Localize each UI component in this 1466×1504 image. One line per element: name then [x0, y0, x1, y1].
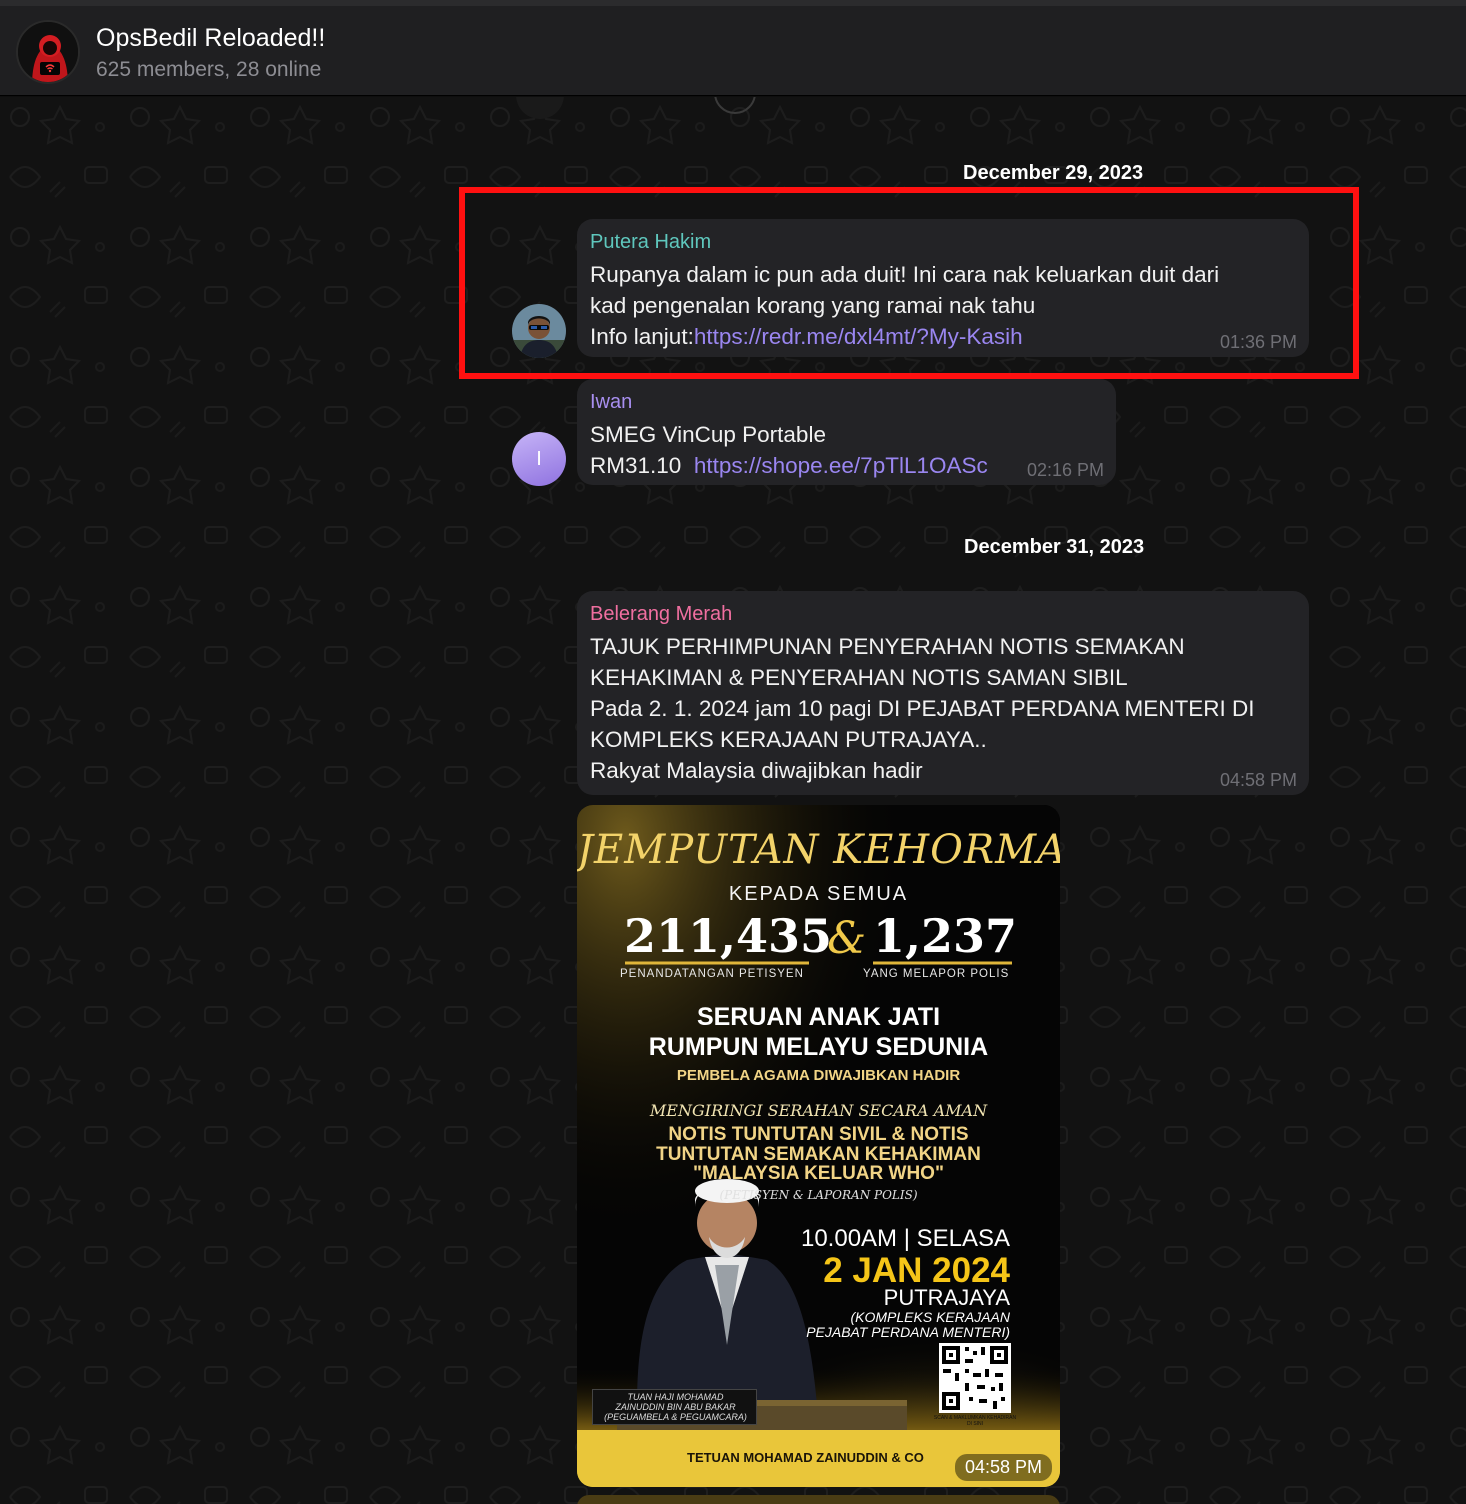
qr-pattern — [942, 1346, 1008, 1410]
poster-notis: TUNTUTAN SEMAKAN KEHAKIMAN — [656, 1144, 981, 1165]
poster-notis: NOTIS TUNTUTAN SIVIL & NOTIS — [668, 1124, 969, 1145]
poster-subheadline: PEMBELA AGAMA DIWAJIBKAN HADIR — [676, 1067, 961, 1084]
nameplate-line: ZAINUDDIN BIN ABU BAKAR — [615, 1402, 736, 1412]
poster-kepada: KEPADA SEMUA — [728, 883, 909, 905]
poster-label-reports: YANG MELAPOR POLIS — [863, 968, 1010, 980]
poster-headline: SERUAN ANAK JATI — [696, 1003, 941, 1031]
poster-mengiringi: MENGIRINGI SERAHAN SECARA AMAN — [649, 1101, 988, 1120]
sender-name[interactable]: Belerang Merah — [590, 601, 1295, 627]
sender-name[interactable]: Iwan — [590, 389, 1102, 415]
poster-label-petitions: PENANDATANGAN PETISYEN — [620, 968, 804, 980]
avatar[interactable]: I — [512, 432, 566, 486]
message-time: 02:16 PM — [1026, 460, 1104, 480]
message-bubble[interactable]: Belerang Merah TAJUK PERHIMPUNAN PENYERA… — [577, 591, 1309, 795]
qr-code-icon — [939, 1343, 1011, 1413]
message-link[interactable]: https://shope.ee/7pTlL1OASc — [694, 453, 988, 478]
highlight-box — [459, 187, 1359, 379]
qr-caption: SCAN & MAKLUMKAN KEHADIRAN DI SINI — [933, 1415, 1017, 1427]
image-time: 04:58 PM — [954, 1454, 1052, 1481]
message-text: RM31.10 https://shope.ee/7pTlL1OASc — [590, 450, 1102, 481]
poster-number-reports: 1,237 — [873, 909, 1018, 963]
date-separator: December 31, 2023 — [964, 536, 1145, 558]
message-text: KEHAKIMAN & PENYERAHAN NOTIS SAMAN SIBIL — [590, 665, 1128, 690]
poster-event-place: PUTRAJAYA — [883, 1285, 1010, 1310]
poster-title: JEMPUTAN KEHORMAT — [577, 827, 1060, 873]
message-text: Rakyat Malaysia diwajibkan hadir — [590, 758, 923, 783]
price: RM31.10 — [590, 453, 682, 478]
poster-image[interactable]: JEMPUTAN KEHORMAT KEPADA SEMUA 211,435 &… — [577, 805, 1060, 1487]
poster-headline: RUMPUN MELAYU SEDUNIA — [648, 1033, 989, 1061]
message-text: Pada 2. 1. 2024 jam 10 pagi DI PEJABAT P… — [590, 696, 1255, 721]
hacker-icon — [18, 22, 78, 82]
group-avatar[interactable] — [16, 20, 80, 84]
poster-venue: PEJABAT PERDANA MENTERI) — [806, 1324, 1010, 1340]
poster-event-time: 10.00AM | SELASA — [800, 1225, 1010, 1252]
message-text: KOMPLEKS KERAJAAN PUTRAJAYA.. — [590, 727, 987, 752]
poster-footer: TETUAN MOHAMAD ZAINUDDIN & CO — [687, 1450, 924, 1465]
nameplate-line: TUAN HAJI MOHAMAD — [627, 1392, 724, 1402]
poster-number-petitions: 211,435 — [624, 909, 833, 963]
poster-ampersand: & — [827, 913, 867, 964]
message-time: 04:58 PM — [1219, 770, 1297, 790]
message-list[interactable]: December 29, 2023 Putera Hakim Rupanya d… — [0, 97, 1466, 1504]
poster-nameplate: TUAN HAJI MOHAMAD ZAINUDDIN BIN ABU BAKA… — [592, 1389, 757, 1425]
chat-header[interactable]: OpsBedil Reloaded!! 625 members, 28 onli… — [0, 6, 1466, 96]
poster-venue: (KOMPLEKS KERAJAAN — [850, 1309, 1011, 1325]
group-title[interactable]: OpsBedil Reloaded!! — [96, 24, 325, 53]
member-count: 625 members, 28 online — [96, 58, 322, 81]
nameplate-line: (PEGUAMBELA & PEGUAMCARA) — [604, 1412, 747, 1422]
poster-notis: "MALAYSIA KELUAR WHO" — [693, 1163, 944, 1184]
poster-petisyen: (PETISYEN & LAPORAN POLIS) — [719, 1188, 918, 1202]
next-image-edge — [577, 1495, 1060, 1504]
message-text: TAJUK PERHIMPUNAN PENYERAHAN NOTIS SEMAK… — [590, 634, 1185, 659]
message-text: SMEG VinCup Portable — [590, 422, 826, 447]
date-separator: December 29, 2023 — [963, 162, 1144, 184]
message-bubble[interactable]: Iwan SMEG VinCup Portable RM31.10 https:… — [577, 379, 1116, 485]
